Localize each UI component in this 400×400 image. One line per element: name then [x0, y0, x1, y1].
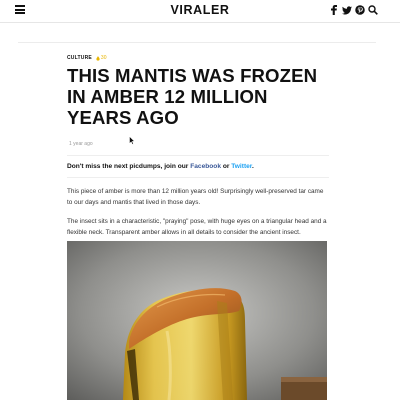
article-paragraph: This piece of amber is more than 12 mill… [67, 188, 324, 206]
category-link[interactable]: CULTURE [67, 55, 92, 61]
flame-icon [96, 55, 100, 61]
category-row: CULTURE 30 [67, 53, 329, 63]
twitter-link[interactable]: Twitter [231, 163, 252, 170]
hot-badge: 30 [96, 55, 107, 61]
lead-or: or [220, 163, 232, 170]
lead-divider [67, 177, 329, 178]
article: CULTURE 30 THIS MANTIS WAS FROZEN IN AMB… [67, 53, 329, 238]
meta-divider [67, 155, 329, 156]
twitter-icon[interactable] [342, 5, 352, 16]
social-icons [329, 4, 378, 16]
facebook-link[interactable]: Facebook [190, 163, 221, 170]
article-paragraph: The insect sits in a characteristic, "pr… [67, 218, 327, 236]
search-icon[interactable] [368, 5, 378, 16]
article-title: THIS MANTIS WAS FROZEN IN AMBER 12 MILLI… [67, 65, 318, 128]
hot-count: 30 [100, 55, 107, 61]
mouse-cursor-icon [129, 136, 135, 145]
lead-prefix: Don't miss the next picdumps, join our [67, 163, 191, 170]
top-navigation-bar: VIRALER [0, 0, 400, 23]
publish-time: 1 year ago [69, 141, 93, 147]
header-divider [18, 42, 376, 43]
facebook-icon[interactable] [329, 5, 339, 16]
lead-text: Don't miss the next picdumps, join our F… [67, 162, 329, 171]
pinterest-icon[interactable] [355, 5, 365, 16]
meta-row: 1 year ago [67, 135, 329, 153]
amber-photo [67, 241, 327, 400]
lead-suffix: . [252, 163, 254, 170]
